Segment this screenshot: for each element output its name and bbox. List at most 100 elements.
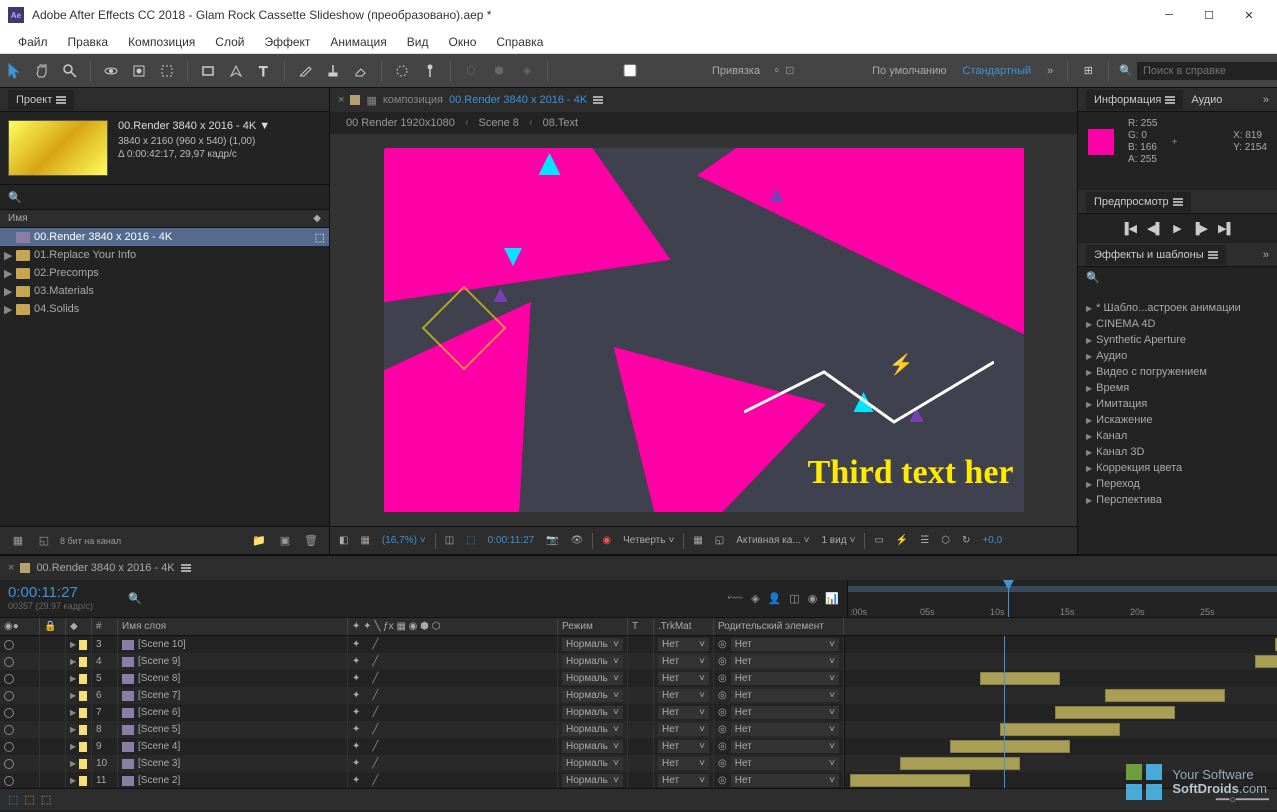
mask-tool[interactable] (155, 59, 179, 83)
project-item[interactable]: 00.Render 3840 x 2016 - 4K⬚ (0, 228, 329, 246)
project-item[interactable]: ▶02.Precomps (0, 264, 329, 282)
menu-file[interactable]: Файл (8, 32, 58, 52)
pen-tool[interactable] (224, 59, 248, 83)
pan-behind-tool[interactable] (127, 59, 151, 83)
parent-dropdown[interactable]: Нет ˅ (731, 672, 839, 685)
fast-preview-icon[interactable]: ⚡ (893, 535, 911, 546)
blend-mode-dropdown[interactable]: Нормаль ˅ (562, 706, 623, 719)
new-comp-button[interactable]: ▣ (275, 532, 295, 550)
pickwhip-icon[interactable]: ◎ (718, 639, 727, 650)
effects-tab[interactable]: Эффекты и шаблоны (1086, 245, 1226, 265)
3d-view-icon[interactable]: ◱ (712, 535, 727, 546)
roi-icon[interactable]: ⬚ (463, 535, 478, 546)
comp-mini-flowchart-icon[interactable]: ⬳ (727, 592, 743, 605)
graph-editor-icon[interactable]: 📊 (825, 592, 839, 605)
show-snapshot-icon[interactable]: 👁 (568, 535, 587, 546)
pickwhip-icon[interactable]: ◎ (718, 656, 727, 667)
timeline-layer[interactable]: ▶10[Scene 3]✦╱Нормаль ˅Нет ˅◎Нет ˅ (0, 755, 1277, 772)
trkmat-dropdown[interactable]: Нет ˅ (658, 672, 709, 685)
maximize-button[interactable]: ☐ (1189, 1, 1229, 29)
workspace-overflow[interactable]: » (1039, 65, 1061, 77)
effects-category[interactable]: ▶Коррекция цвета (1078, 460, 1277, 476)
toggle-in-out-icon[interactable]: ⬚ (41, 793, 51, 806)
parent-dropdown[interactable]: Нет ˅ (731, 689, 839, 702)
layer-bar[interactable] (1105, 689, 1225, 702)
zoom-tool[interactable] (58, 59, 82, 83)
project-item[interactable]: ▶03.Materials (0, 282, 329, 300)
effects-list[interactable]: ▶* Шабло...астроек анимации▶CINEMA 4D▶Sy… (1078, 300, 1277, 554)
shy-icon[interactable]: 👤 (768, 592, 782, 605)
menu-edit[interactable]: Правка (58, 32, 119, 52)
effects-category[interactable]: ▶Synthetic Aperture (1078, 332, 1277, 348)
col-name[interactable]: Имя (8, 213, 27, 224)
timeline-layer[interactable]: ▶3[Scene 10]✦╱Нормаль ˅Нет ˅◎Нет ˅ (0, 636, 1277, 653)
panel-overflow-icon[interactable]: » (1263, 249, 1269, 261)
reset-exposure-icon[interactable]: ↻ (959, 535, 973, 546)
menu-view[interactable]: Вид (397, 32, 439, 52)
toggle-switches-icon[interactable]: ⬚ (8, 793, 18, 806)
bpc-toggle[interactable]: 8 бит на канал (60, 532, 121, 550)
pickwhip-icon[interactable]: ◎ (718, 741, 727, 752)
view-axis-mode[interactable]: ◈ (515, 59, 539, 83)
layer-label[interactable] (79, 691, 87, 701)
selection-tool[interactable] (2, 59, 26, 83)
new-comp-icon[interactable]: ◱ (34, 532, 54, 550)
current-time[interactable]: 0:00:11:27 (485, 535, 538, 546)
parent-dropdown[interactable]: Нет ˅ (731, 723, 839, 736)
layer-name[interactable]: [Scene 4] (138, 741, 180, 752)
parent-dropdown[interactable]: Нет ˅ (731, 757, 839, 770)
layer-bar[interactable] (980, 672, 1060, 685)
blend-mode-dropdown[interactable]: Нормаль ˅ (562, 689, 623, 702)
pickwhip-icon[interactable]: ◎ (718, 690, 727, 701)
world-axis-mode[interactable]: ⬢ (487, 59, 511, 83)
comp-thumbnail[interactable] (8, 120, 108, 176)
layer-label[interactable] (79, 776, 87, 786)
trkmat-dropdown[interactable]: Нет ˅ (658, 638, 709, 651)
layer-name[interactable]: [Scene 7] (138, 690, 180, 701)
exposure-value[interactable]: +0,0 (979, 535, 1005, 546)
project-list[interactable]: 00.Render 3840 x 2016 - 4K⬚ ▶01.Replace … (0, 228, 329, 526)
project-item[interactable]: ▶04.Solids (0, 300, 329, 318)
views-dropdown[interactable]: 1 вид ˅ (818, 535, 858, 546)
pickwhip-icon[interactable]: ◎ (718, 724, 727, 735)
camera-dropdown[interactable]: Активная ка... ˅ (733, 535, 812, 546)
layer-name[interactable]: [Scene 8] (138, 673, 180, 684)
puppet-pin-tool[interactable] (418, 59, 442, 83)
label-column-icon[interactable]: ◆ (70, 621, 78, 632)
visibility-toggle[interactable] (4, 674, 14, 684)
layer-name[interactable]: [Scene 6] (138, 707, 180, 718)
breadcrumb-item[interactable]: 00 Render 1920x1080 (346, 117, 455, 129)
effects-category[interactable]: ▶Видео с погружением (1078, 364, 1277, 380)
resolution-dropdown[interactable]: Четверть ˅ (620, 535, 677, 546)
parent-dropdown[interactable]: Нет ˅ (731, 638, 839, 651)
pickwhip-icon[interactable]: ◎ (718, 673, 727, 684)
menu-effect[interactable]: Эффект (254, 32, 320, 52)
layer-label[interactable] (79, 674, 87, 684)
effects-category[interactable]: ▶Канал (1078, 428, 1277, 444)
new-folder-icon[interactable]: 📁 (249, 532, 269, 550)
resolution-half-icon[interactable]: ◫ (442, 535, 457, 546)
lock-column-icon[interactable]: 🔒 (44, 621, 56, 632)
prev-frame-button[interactable]: ◀▌ (1147, 222, 1163, 235)
layer-name[interactable]: [Scene 3] (138, 758, 180, 769)
blend-mode-dropdown[interactable]: Нормаль ˅ (562, 740, 623, 753)
effects-category[interactable]: ▶Аудио (1078, 348, 1277, 364)
parent-dropdown[interactable]: Нет ˅ (731, 774, 839, 787)
layer-bar[interactable] (850, 774, 970, 787)
close-tab-icon[interactable]: × (338, 94, 344, 106)
time-ruler[interactable]: :00s 05s 10s 15s 20s 25s (848, 580, 1277, 617)
timeline-current-time[interactable]: 0:00:11:27 (8, 584, 112, 601)
visibility-toggle[interactable] (4, 640, 14, 650)
blend-mode-dropdown[interactable]: Нормаль ˅ (562, 655, 623, 668)
layer-name[interactable]: [Scene 2] (138, 775, 180, 786)
blend-mode-dropdown[interactable]: Нормаль ˅ (562, 638, 623, 651)
parent-dropdown[interactable]: Нет ˅ (731, 655, 839, 668)
audio-tab[interactable]: Аудио (1183, 90, 1230, 110)
effects-category[interactable]: ▶Имитация (1078, 396, 1277, 412)
playhead[interactable] (1008, 580, 1009, 617)
frame-blend-icon[interactable]: ◫ (789, 592, 799, 605)
first-frame-button[interactable]: ▐◀ (1121, 222, 1137, 235)
trkmat-dropdown[interactable]: Нет ˅ (658, 757, 709, 770)
parent-dropdown[interactable]: Нет ˅ (731, 740, 839, 753)
layer-bar[interactable] (1000, 723, 1120, 736)
